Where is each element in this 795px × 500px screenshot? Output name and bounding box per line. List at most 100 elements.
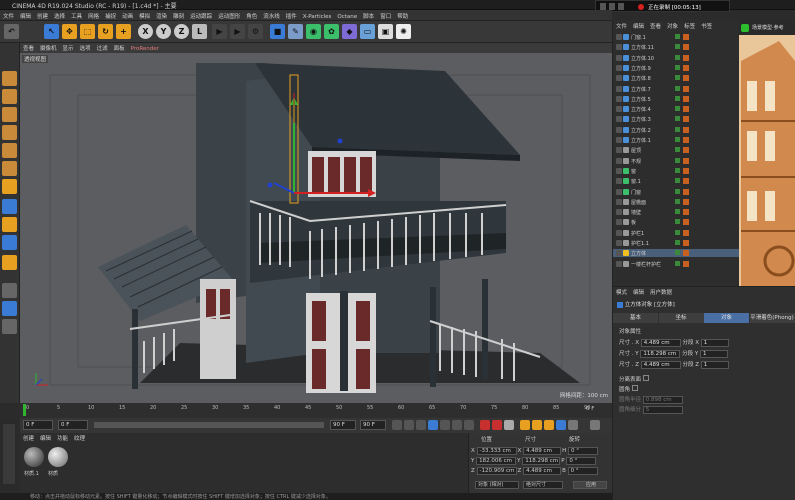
object-row[interactable]: 窗.1	[613, 177, 740, 185]
material-ball-1[interactable]	[24, 447, 44, 467]
viewport-menu-item-1[interactable]: 摄像机	[37, 43, 60, 52]
expand-icon[interactable]	[616, 54, 622, 61]
tag-icon[interactable]	[683, 147, 689, 154]
menu-item-19[interactable]: 窗口	[377, 10, 394, 20]
position-z-field[interactable]: -120.909 cm	[476, 467, 517, 475]
polygons-mode-icon[interactable]	[2, 179, 17, 194]
tweak-icon[interactable]	[2, 217, 17, 232]
visibility-check-icon[interactable]	[675, 188, 680, 194]
visibility-check-icon[interactable]	[675, 137, 680, 142]
expand-icon[interactable]	[616, 219, 622, 226]
position-x-field[interactable]: -33.333 cm	[476, 447, 517, 455]
menu-item-6[interactable]: 捕捉	[102, 10, 119, 20]
attribute-menu-item-2[interactable]: 用户数据	[647, 287, 675, 297]
segments-z-input[interactable]: 1	[700, 361, 729, 369]
rotation-b-field[interactable]: 0 °	[567, 467, 598, 475]
cube-icon[interactable]: ■	[270, 24, 285, 39]
light-icon[interactable]: ✺	[396, 24, 411, 39]
tag-icon[interactable]	[683, 240, 689, 246]
object-row[interactable]: 门窗	[613, 188, 740, 196]
expand-icon[interactable]	[616, 95, 622, 102]
record-control-icon[interactable]	[600, 3, 606, 10]
position-y-field[interactable]: 182.006 cm	[476, 457, 517, 465]
visibility-check-icon[interactable]	[675, 106, 680, 112]
visibility-check-icon[interactable]	[675, 240, 680, 245]
material-menu-item-0[interactable]: 创建	[20, 433, 37, 443]
expand-icon[interactable]	[616, 34, 622, 40]
visibility-check-icon[interactable]	[675, 116, 680, 122]
rotation-p-field[interactable]: 0 °	[566, 457, 597, 465]
record-key-icon[interactable]	[480, 420, 490, 430]
object-row[interactable]: 板	[613, 218, 740, 226]
viewport-menu-item-2[interactable]: 显示	[60, 43, 77, 52]
object-row[interactable]: 立方体.8	[613, 74, 740, 82]
visibility-check-icon[interactable]	[675, 260, 680, 266]
menu-item-1[interactable]: 编辑	[17, 10, 34, 20]
fillet-row[interactable]: 圆角	[619, 385, 638, 393]
menu-item-8[interactable]: 模拟	[136, 10, 153, 20]
menu-item-20[interactable]: 帮助	[394, 10, 411, 20]
workplane-icon[interactable]	[2, 125, 17, 140]
material-menu-item-1[interactable]: 编辑	[37, 433, 54, 443]
viewport-menu-item-0[interactable]: 查看	[20, 43, 37, 52]
end-frame-field[interactable]: 90 F	[330, 420, 356, 430]
tag-icon[interactable]	[683, 188, 689, 195]
object-manager-tab-1[interactable]: 编辑	[630, 21, 647, 31]
material-ball-2[interactable]	[48, 447, 68, 467]
stop-control-icon[interactable]	[618, 3, 624, 10]
menu-item-18[interactable]: 脚本	[360, 10, 377, 20]
texture-mode-icon[interactable]	[2, 107, 17, 122]
reference-thumbnail[interactable]	[739, 21, 795, 286]
object-row[interactable]: 立方体.7	[613, 85, 740, 93]
expand-icon[interactable]	[616, 229, 622, 236]
expand-icon[interactable]	[616, 85, 622, 92]
viewport-menu-item-3[interactable]: 选项	[77, 43, 94, 52]
object-row[interactable]: 护栏1.1	[613, 239, 740, 247]
lock-workplane-icon[interactable]	[2, 283, 17, 298]
y-axis-button[interactable]: Y	[156, 24, 171, 39]
visibility-check-icon[interactable]	[675, 44, 680, 50]
segments-y-input[interactable]: 1	[699, 350, 728, 358]
segments-x-input[interactable]: 1	[700, 339, 729, 347]
array-icon[interactable]: ✿	[324, 24, 339, 39]
expand-icon[interactable]	[616, 157, 622, 164]
tag-icon[interactable]	[683, 75, 689, 82]
tag-icon[interactable]	[683, 34, 689, 40]
render-view-icon[interactable]: ▶	[212, 24, 227, 39]
fillet-radius-input[interactable]: 0.898 cm	[642, 396, 683, 404]
menu-item-0[interactable]: 文件	[0, 10, 17, 20]
expand-icon[interactable]	[616, 137, 622, 143]
object-row[interactable]: 立方体.2	[613, 126, 740, 134]
menu-item-11[interactable]: 运动跟踪	[187, 10, 215, 20]
object-row[interactable]: 立方体.4	[613, 105, 740, 113]
expand-icon[interactable]	[616, 198, 622, 205]
size-y-field[interactable]: 118.298 cm	[522, 457, 561, 465]
size-x-input[interactable]: 4.489 cm	[640, 339, 681, 347]
tag-icon[interactable]	[683, 44, 689, 51]
tag-icon[interactable]	[683, 64, 689, 71]
visibility-check-icon[interactable]	[675, 167, 680, 173]
render-settings-icon[interactable]: ⚙	[248, 24, 263, 39]
object-manager-tab-5[interactable]: 书签	[698, 21, 715, 31]
visibility-check-icon[interactable]	[675, 64, 680, 70]
attribute-tab-2[interactable]: 对象	[704, 313, 749, 323]
solo-icon[interactable]	[2, 319, 17, 334]
tag-icon[interactable]	[683, 198, 689, 205]
menu-item-17[interactable]: Octane	[334, 12, 360, 20]
object-row[interactable]: 立方体.10	[613, 54, 740, 62]
tag-icon[interactable]	[683, 126, 689, 133]
viewport-menu-item-5[interactable]: 面板	[111, 43, 128, 52]
model-mode-icon[interactable]	[2, 89, 17, 104]
object-row[interactable]: 一楼栏杆护栏	[613, 260, 740, 268]
visibility-check-icon[interactable]	[675, 250, 680, 256]
attribute-tab-0[interactable]: 基本	[613, 313, 658, 323]
next-key-icon[interactable]	[452, 420, 462, 430]
expand-icon[interactable]	[616, 250, 622, 257]
snap-icon[interactable]	[2, 235, 17, 250]
keyframe-selection-icon[interactable]	[504, 420, 514, 430]
autokey-icon[interactable]	[492, 420, 502, 430]
max-frame-field[interactable]: 90 F	[360, 420, 386, 430]
menu-item-16[interactable]: X-Particles	[300, 12, 335, 20]
apply-button[interactable]: 应用	[573, 481, 607, 489]
move-icon[interactable]: ✥	[62, 24, 77, 39]
